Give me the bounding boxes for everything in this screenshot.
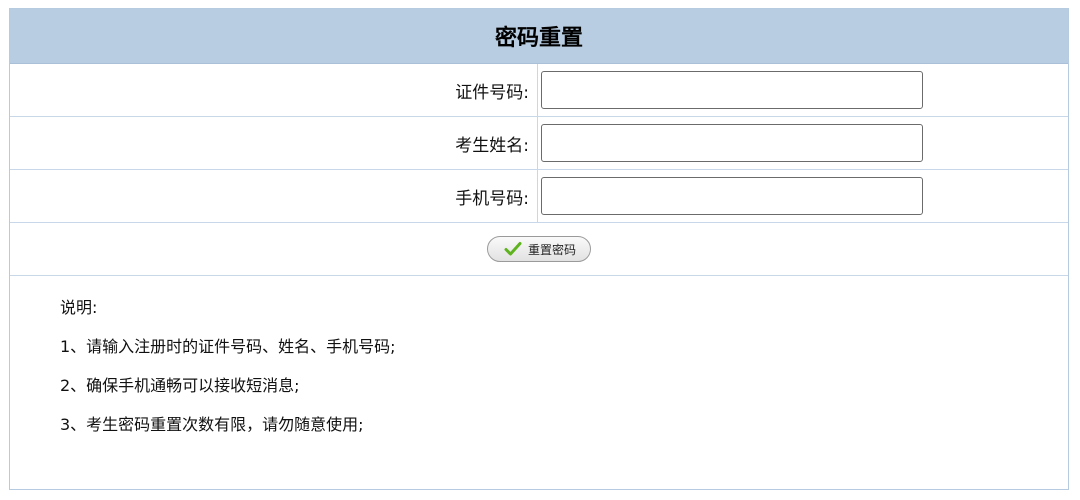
phone-number-input[interactable] xyxy=(541,177,923,215)
phone-number-label: 手机号码: xyxy=(10,170,538,222)
reset-password-label: 重置密码 xyxy=(527,242,576,257)
phone-number-row: 手机号码: xyxy=(10,170,1068,223)
candidate-name-label: 考生姓名: xyxy=(10,117,538,169)
candidate-name-cell xyxy=(538,117,1068,169)
instruction-item: 1、请输入注册时的证件号码、姓名、手机号码; xyxy=(60,337,396,356)
candidate-name-input[interactable] xyxy=(541,124,923,162)
id-number-input[interactable] xyxy=(541,71,923,109)
id-number-cell xyxy=(538,64,1068,116)
instructions: 说明: 1、请输入注册时的证件号码、姓名、手机号码; 2、确保手机通畅可以接收短… xyxy=(10,276,1068,435)
instructions-title: 说明: xyxy=(60,298,98,317)
check-icon xyxy=(504,242,522,256)
submit-row: 重置密码 xyxy=(10,223,1068,276)
page-title: 密码重置 xyxy=(10,9,1068,64)
phone-number-cell xyxy=(538,170,1068,222)
id-number-label: 证件号码: xyxy=(10,64,538,116)
password-reset-panel: 密码重置 证件号码: 考生姓名: 手机号码: 重置密码 说明: 1、请输入注册时… xyxy=(9,8,1069,490)
instruction-item: 3、考生密码重置次数有限，请勿随意使用; xyxy=(60,415,364,434)
reset-password-button[interactable]: 重置密码 xyxy=(486,236,591,262)
instruction-item: 2、确保手机通畅可以接收短消息; xyxy=(60,376,300,395)
candidate-name-row: 考生姓名: xyxy=(10,117,1068,170)
id-number-row: 证件号码: xyxy=(10,64,1068,117)
